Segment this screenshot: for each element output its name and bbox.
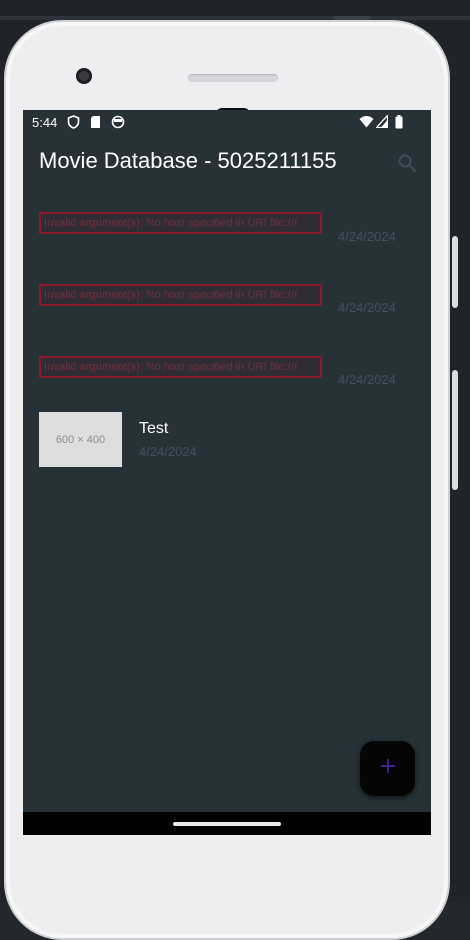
shield-icon [67,115,80,132]
image-error-box: Invalid argument(s): No host specified i… [39,212,322,234]
movie-title: Test [139,420,169,437]
error-message: Invalid argument(s): No host specified i… [44,289,298,301]
front-camera [76,68,92,84]
signal-icon [375,113,389,131]
power-button [452,370,458,490]
face-icon [111,115,125,132]
volume-button [452,236,458,308]
earpiece-speaker [188,74,278,82]
item-date: 4/24/2024 [338,300,396,315]
home-gesture-handle[interactable] [173,822,281,826]
navigation-bar [23,812,431,835]
device-screen: 5:44 Movie Database - 5025211155 Invalid… [23,110,431,835]
item-date: 4/24/2024 [338,372,396,387]
error-message: Invalid argument(s): No host specified i… [44,217,298,229]
thumbnail-placeholder-text: 600 × 400 [55,433,106,446]
status-bar: 5:44 [23,110,431,134]
sd-card-icon [90,115,101,132]
image-error-box: Invalid argument(s): No host specified i… [39,356,322,378]
plus-icon [379,757,397,780]
wifi-icon [359,115,374,131]
movie-thumbnail: 600 × 400 [39,412,122,467]
search-icon[interactable] [395,151,419,175]
item-date: 4/24/2024 [338,229,396,244]
add-movie-button[interactable] [360,741,415,796]
error-message: Invalid argument(s): No host specified i… [44,361,298,373]
battery-icon [395,115,403,132]
status-time: 5:44 [32,115,58,130]
image-error-box: Invalid argument(s): No host specified i… [39,284,322,306]
movie-date: 4/24/2024 [139,444,197,459]
page-title: Movie Database - 5025211155 [39,148,337,173]
app-bar: Movie Database - 5025211155 [23,134,431,190]
